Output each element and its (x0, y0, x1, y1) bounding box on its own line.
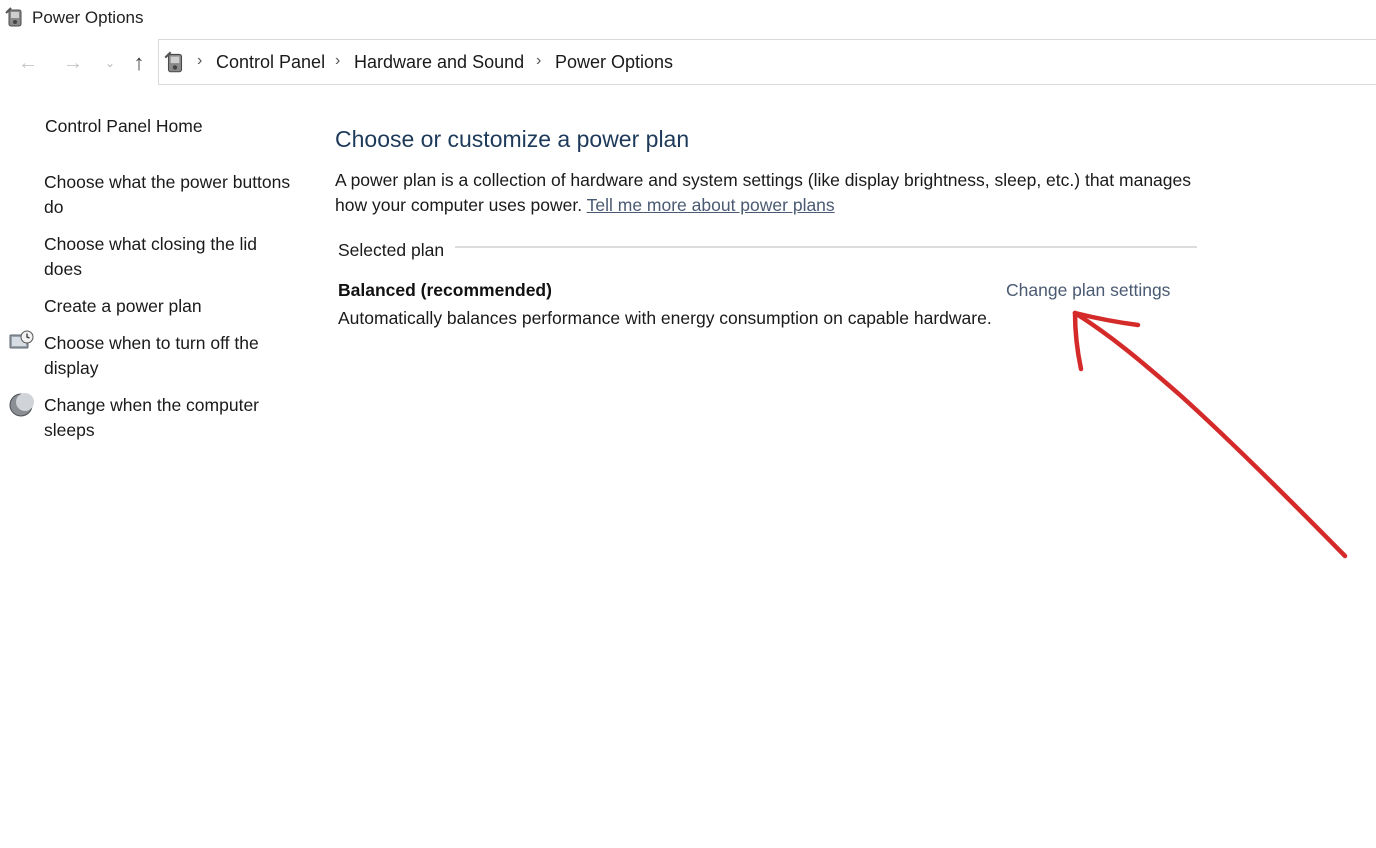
back-arrow-icon[interactable]: ← (15, 50, 41, 76)
forward-arrow-icon[interactable]: → (60, 50, 86, 76)
arrow-shaft (1072, 310, 1348, 559)
title-bar: Power Options (0, 0, 1376, 36)
sidebar-item-power-buttons[interactable]: Choose what the power buttons do (44, 170, 294, 220)
address-bar[interactable]: › Control Panel › Hardware and Sound › P… (158, 39, 1376, 85)
plan-description: Automatically balances performance with … (338, 308, 992, 328)
navigation-bar: ← → ⌄ ↑ › Control Panel › Hardware and S… (0, 38, 1376, 88)
arrow-head-lower (1072, 310, 1084, 372)
chevron-down-icon[interactable]: ⌄ (97, 50, 123, 76)
breadcrumb-hardware-and-sound[interactable]: Hardware and Sound (354, 52, 524, 73)
breadcrumb-power-options[interactable]: Power Options (555, 52, 673, 73)
selected-plan-label: Selected plan (338, 240, 445, 260)
display-clock-icon (9, 330, 34, 349)
sidebar-item-create-power-plan[interactable]: Create a power plan (44, 294, 294, 319)
sidebar-item-computer-sleeps[interactable]: Change when the computer sleeps (44, 393, 294, 443)
chevron-right-icon[interactable]: › (536, 52, 541, 70)
sidebar-item-turn-off-display[interactable]: Choose when to turn off the display (44, 331, 294, 381)
breadcrumb-control-panel[interactable]: Control Panel (216, 52, 325, 73)
page-description: A power plan is a collection of hardware… (335, 168, 1215, 218)
sidebar-item-closing-lid[interactable]: Choose what closing the lid does (44, 232, 294, 282)
chevron-right-icon[interactable]: › (197, 52, 202, 70)
arrow-head-upper (1072, 310, 1141, 328)
page-title: Choose or customize a power plan (335, 126, 690, 152)
power-options-icon (5, 7, 22, 27)
sidebar-item-control-panel-home[interactable]: Control Panel Home (45, 116, 203, 137)
moon-icon (9, 393, 34, 417)
chevron-right-icon[interactable]: › (335, 52, 340, 70)
group-divider (455, 246, 1197, 248)
power-options-icon (164, 51, 183, 73)
tell-me-more-link[interactable]: Tell me more about power plans (587, 195, 835, 215)
change-plan-settings-link[interactable]: Change plan settings (1006, 280, 1170, 301)
plan-name: Balanced (recommended) (338, 280, 552, 300)
up-arrow-icon[interactable]: ↑ (126, 50, 152, 76)
window-title: Power Options (32, 8, 144, 27)
power-options-window: Power Options ← → ⌄ ↑ › Control Panel › … (0, 0, 1376, 848)
